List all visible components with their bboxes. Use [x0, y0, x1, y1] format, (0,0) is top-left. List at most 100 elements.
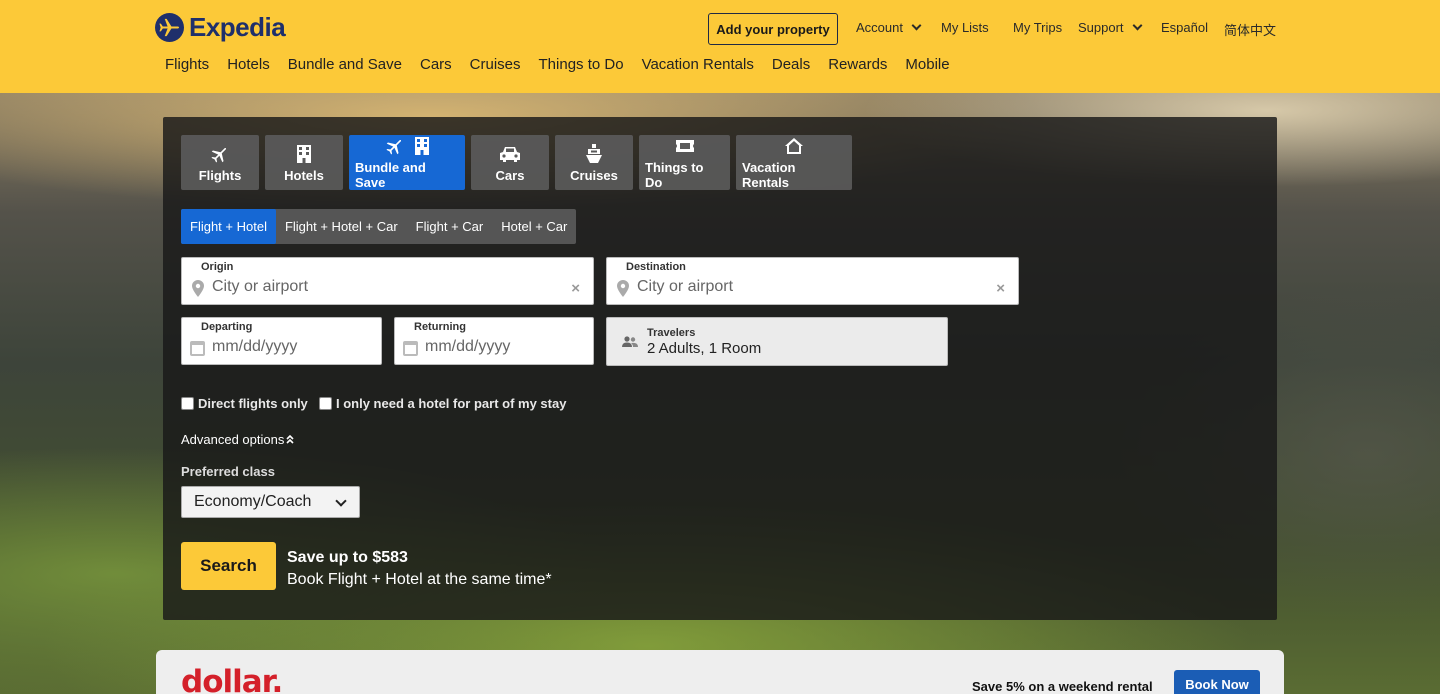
tab-label: Things to Do	[645, 160, 704, 190]
returning-field[interactable]: Returning	[394, 317, 594, 365]
origin-field[interactable]: Origin ×	[181, 257, 594, 305]
double-chevron-up-icon	[286, 432, 294, 447]
clear-icon[interactable]: ×	[571, 280, 580, 297]
tab-label: Cruises	[570, 167, 618, 183]
origin-label: Origin	[201, 261, 234, 273]
nav-cars[interactable]: Cars	[420, 56, 452, 73]
nav-mobile[interactable]: Mobile	[905, 56, 949, 73]
bundle-subtabs: Flight + Hotel Flight + Hotel + Car Flig…	[181, 209, 577, 244]
plane-building-icon	[384, 135, 430, 157]
building-icon	[296, 143, 312, 165]
language-espanol-link[interactable]: Español	[1161, 20, 1208, 35]
travelers-value: 2 Adults, 1 Room	[647, 340, 762, 357]
nav-bundle-and-save[interactable]: Bundle and Save	[288, 56, 402, 73]
nav-vacation-rentals[interactable]: Vacation Rentals	[642, 56, 754, 73]
tab-label: Bundle and Save	[355, 160, 426, 190]
dollar-ad-banner[interactable]: dollar. Save 5% on a weekend rental Book…	[156, 650, 1284, 694]
tab-bundle-and-save[interactable]: Bundle and Save	[349, 135, 465, 190]
account-menu[interactable]: Account	[856, 20, 922, 35]
returning-label: Returning	[414, 321, 466, 333]
destination-label: Destination	[626, 261, 686, 273]
departing-input[interactable]	[212, 338, 362, 356]
tab-label: Vacation Rentals	[742, 160, 796, 190]
nav-flights[interactable]: Flights	[165, 56, 209, 73]
support-label: Support	[1078, 20, 1124, 35]
subtab-flight-hotel-car[interactable]: Flight + Hotel + Car	[276, 209, 407, 244]
my-lists-link[interactable]: My Lists	[941, 20, 989, 35]
tab-label: Cars	[495, 167, 525, 183]
direct-flights-label: Direct flights only	[198, 396, 308, 411]
ticket-icon	[675, 135, 695, 157]
tab-vacation-rentals[interactable]: Vacation Rentals	[736, 135, 852, 190]
support-menu[interactable]: Support	[1078, 20, 1142, 35]
destination-input[interactable]	[637, 278, 946, 296]
calendar-icon	[190, 341, 205, 356]
dollar-logo: dollar.	[181, 664, 283, 694]
nav-rewards[interactable]: Rewards	[828, 56, 887, 73]
my-lists-label: My Lists	[941, 20, 989, 35]
advanced-options-label: Advanced options	[181, 432, 285, 447]
tab-cruises[interactable]: Cruises	[555, 135, 633, 190]
search-button[interactable]: Search	[181, 542, 276, 590]
globe-plane-icon	[155, 13, 184, 42]
promo-subtitle: Book Flight + Hotel at the same time*	[287, 571, 552, 588]
tab-flights[interactable]: Flights	[181, 135, 259, 190]
subtab-flight-car[interactable]: Flight + Car	[407, 209, 493, 244]
preferred-class-label: Preferred class	[181, 464, 275, 479]
clear-icon[interactable]: ×	[996, 280, 1005, 297]
logo-wordmark: Expedia	[189, 12, 286, 42]
people-icon	[622, 335, 638, 353]
tab-label: Hotels	[284, 167, 324, 183]
main-nav: Flights Hotels Bundle and Save Cars Crui…	[165, 56, 968, 73]
direct-flights-checkbox[interactable]	[181, 397, 194, 410]
promo-title: Save up to $583	[287, 549, 408, 566]
nav-hotels[interactable]: Hotels	[227, 56, 270, 73]
departing-field[interactable]: Departing	[181, 317, 382, 365]
nav-deals[interactable]: Deals	[772, 56, 810, 73]
calendar-icon	[403, 341, 418, 356]
destination-field[interactable]: Destination ×	[606, 257, 1019, 305]
chevron-down-icon	[911, 20, 922, 31]
plane-icon	[209, 143, 231, 165]
preferred-class-select[interactable]: Economy/Coach	[181, 486, 360, 518]
chevron-down-icon	[1132, 20, 1142, 31]
account-label: Account	[856, 20, 903, 35]
map-pin-icon	[617, 280, 629, 302]
nav-cruises[interactable]: Cruises	[470, 56, 521, 73]
my-trips-label: My Trips	[1013, 20, 1063, 35]
ship-icon	[585, 143, 603, 165]
espanol-label: Español	[1161, 20, 1208, 35]
site-header: Expedia Add your property Account My Lis…	[0, 0, 1440, 93]
nav-things-to-do[interactable]: Things to Do	[539, 56, 624, 73]
car-icon	[499, 143, 521, 165]
tab-cars[interactable]: Cars	[471, 135, 549, 190]
tab-things-to-do[interactable]: Things to Do	[639, 135, 730, 190]
origin-input[interactable]	[212, 278, 521, 296]
chinese-label: 简体中文	[1224, 23, 1277, 38]
partial-hotel-option[interactable]: I only need a hotel for part of my stay	[319, 396, 566, 411]
language-chinese-link[interactable]: 简体中文	[1224, 20, 1276, 39]
travelers-selector[interactable]: Travelers 2 Adults, 1 Room	[606, 317, 948, 366]
add-property-button[interactable]: Add your property	[708, 13, 838, 45]
direct-flights-option[interactable]: Direct flights only	[181, 396, 308, 411]
expedia-logo[interactable]: Expedia	[155, 12, 286, 43]
tab-hotels[interactable]: Hotels	[265, 135, 343, 190]
search-panel: Flights Hotels Bundle and Save Cars Crui…	[163, 117, 1277, 620]
house-icon	[784, 135, 804, 157]
advanced-options-toggle[interactable]: Advanced options	[181, 432, 294, 447]
returning-input[interactable]	[425, 338, 574, 356]
subtab-hotel-car[interactable]: Hotel + Car	[492, 209, 576, 244]
my-trips-link[interactable]: My Trips	[1013, 20, 1062, 35]
preferred-class-value: Economy/Coach	[194, 493, 312, 510]
partial-hotel-label: I only need a hotel for part of my stay	[336, 396, 567, 411]
book-now-button[interactable]: Book Now	[1174, 670, 1260, 694]
departing-label: Departing	[201, 321, 253, 333]
subtab-flight-hotel[interactable]: Flight + Hotel	[181, 209, 276, 244]
tab-label: Flights	[198, 167, 242, 183]
chevron-down-icon	[335, 495, 347, 507]
product-tabs: Flights Hotels Bundle and Save Cars Crui…	[181, 135, 852, 190]
partial-hotel-checkbox[interactable]	[319, 397, 332, 410]
travelers-label: Travelers	[647, 327, 696, 339]
ad-text: Save 5% on a weekend rental	[972, 679, 1153, 694]
map-pin-icon	[192, 280, 204, 302]
